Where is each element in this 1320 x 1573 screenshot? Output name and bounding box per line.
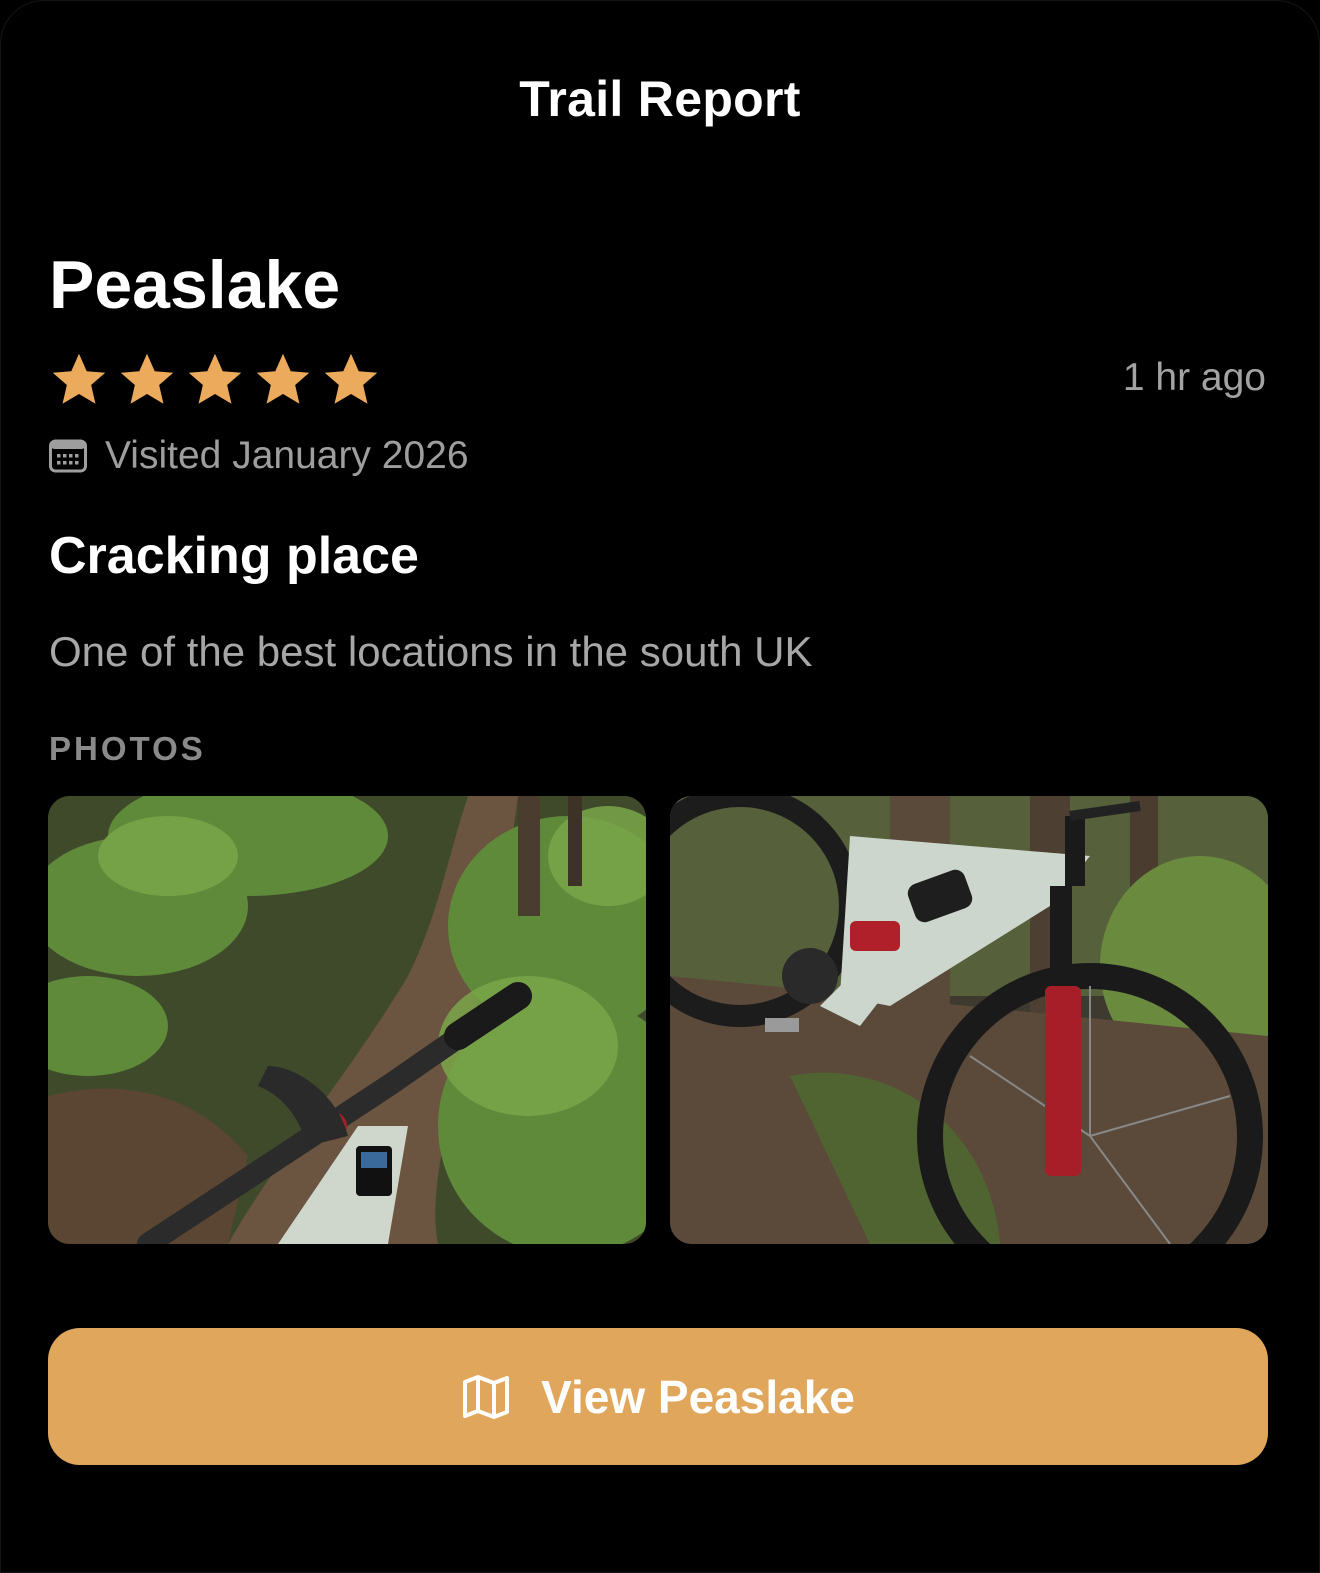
star-icon xyxy=(120,353,174,404)
star-icon xyxy=(324,353,378,404)
bike-frame-photo[interactable] xyxy=(670,796,1268,1244)
review-title: Cracking place xyxy=(49,527,419,585)
review-body: One of the best locations in the south U… xyxy=(49,628,813,675)
trail-report-sheet: Trail Report Peaslake 1 hr ago Visited J… xyxy=(0,0,1320,1573)
star-icon xyxy=(188,353,242,404)
calendar-icon xyxy=(49,439,87,473)
photos-section-label: PHOTOS xyxy=(49,730,206,767)
page-title: Trail Report xyxy=(519,71,801,127)
visited-date: Visited January 2026 xyxy=(49,430,469,482)
view-location-label: View Peaslake xyxy=(541,1370,855,1423)
star-icon xyxy=(256,353,310,404)
review-timestamp: 1 hr ago xyxy=(1122,356,1266,399)
handlebar-trail-photo[interactable] xyxy=(48,796,646,1244)
visited-label: Visited January 2026 xyxy=(105,434,469,477)
location-title: Peaslake xyxy=(49,247,341,323)
view-location-button[interactable]: View Peaslake xyxy=(48,1328,1268,1465)
map-icon xyxy=(463,1374,510,1419)
star-icon xyxy=(52,353,106,404)
star-rating xyxy=(49,350,381,412)
